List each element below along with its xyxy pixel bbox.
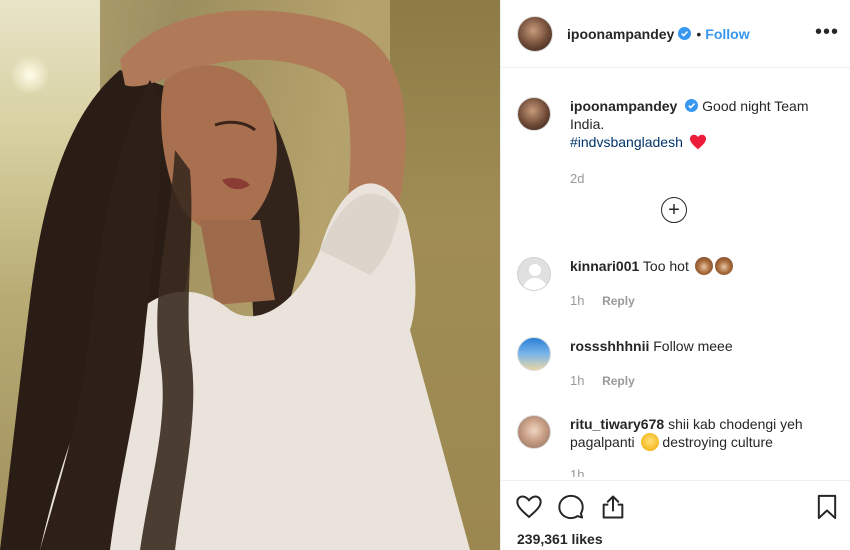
author-avatar[interactable] (517, 15, 553, 52)
comment-username[interactable]: kinnari001 (570, 258, 639, 274)
comment-item: kinnari001 Too hot 1h Reply (517, 257, 847, 317)
likes-count[interactable]: 239,361 likes (517, 531, 603, 547)
comment-text-after: destroying culture (662, 434, 773, 450)
verified-badge-icon (685, 99, 699, 112)
commenter-avatar[interactable] (517, 257, 551, 291)
comment-text: Follow meee (653, 338, 733, 354)
reply-button[interactable]: Reply (602, 294, 635, 308)
follow-button[interactable]: Follow (705, 26, 749, 42)
commenter-avatar[interactable] (517, 337, 551, 371)
comment-meta: 1h Reply (570, 373, 635, 388)
post-sidebar: ipoonampandey • Follow ••• ipoonampandey… (500, 0, 850, 550)
caption-body: ipoonampandey Good night Team India. #in… (570, 97, 840, 151)
post-photo[interactable] (0, 0, 500, 550)
comment-body: kinnari001 Too hot (570, 257, 840, 275)
caption-avatar[interactable] (517, 97, 551, 131)
more-options-icon[interactable]: ••• (815, 22, 839, 42)
commenter-avatar[interactable] (517, 415, 551, 449)
action-bar: 239,361 likes (501, 480, 850, 550)
post-header: ipoonampandey • Follow ••• (501, 0, 850, 68)
red-heart-emoji (689, 134, 706, 150)
comment-text: Too hot (642, 258, 689, 274)
comment-item: rossshhhnii Follow meee 1h Reply (517, 337, 847, 397)
comment-username[interactable]: rossshhhnii (570, 338, 649, 354)
caption-time: 2d (570, 171, 585, 186)
verified-badge-icon (678, 27, 692, 40)
comments-list[interactable]: ipoonampandey Good night Team India. #in… (501, 69, 850, 479)
separator-dot: • (696, 25, 702, 42)
comment-body: ritu_tiwary678 shii kab chodengi yeh pag… (570, 415, 840, 451)
comment-time: 1h (570, 293, 585, 308)
comment-meta: 1h Reply (570, 293, 635, 308)
comment-icon[interactable] (557, 493, 585, 521)
bookmark-icon[interactable] (813, 493, 841, 521)
monkey-emoji (694, 257, 713, 275)
photo-subject (0, 10, 470, 550)
share-icon[interactable] (599, 493, 627, 521)
sad-face-emoji (640, 433, 659, 451)
comment-time: 1h (570, 467, 585, 477)
reply-button[interactable]: Reply (602, 374, 635, 388)
caption-hashtag[interactable]: #indvsbangladesh (570, 134, 683, 150)
caption-username[interactable]: ipoonampandey (570, 98, 677, 114)
add-circle-icon[interactable]: + (661, 197, 687, 223)
comment-time: 1h (570, 373, 585, 388)
caption: ipoonampandey Good night Team India. #in… (517, 97, 847, 197)
heart-icon[interactable] (515, 493, 543, 521)
comment-item: ritu_tiwary678 shii kab chodengi yeh pag… (517, 415, 847, 479)
comment-body: rossshhhnii Follow meee (570, 337, 840, 355)
comment-username[interactable]: ritu_tiwary678 (570, 416, 664, 432)
monkey-emoji (714, 257, 733, 275)
author-username[interactable]: ipoonampandey (567, 26, 674, 42)
